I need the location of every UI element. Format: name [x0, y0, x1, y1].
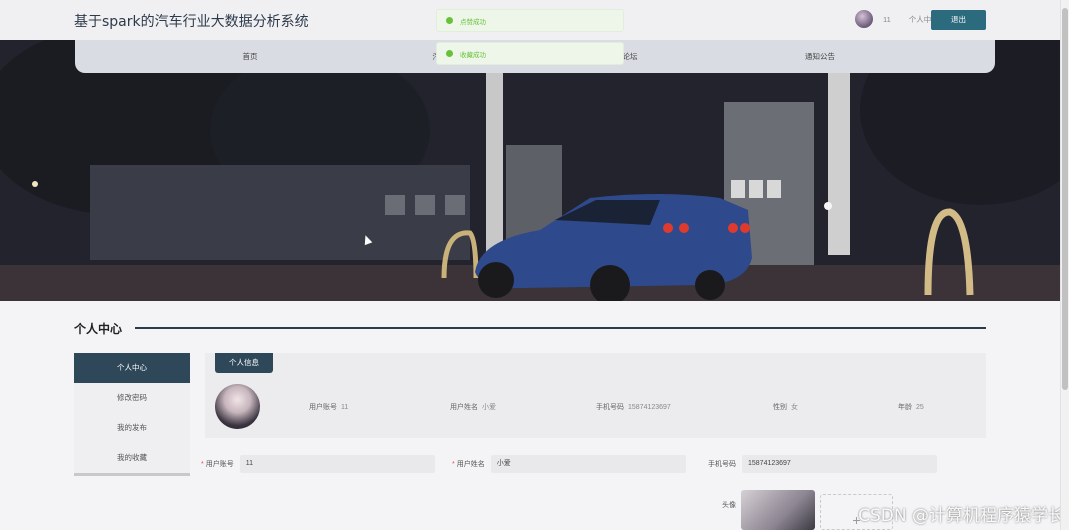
profile-avatar: [215, 384, 260, 429]
name-input[interactable]: 小爱: [490, 455, 686, 473]
hero-banner: [0, 40, 1060, 301]
info-name: 用户姓名 小爱: [450, 404, 496, 411]
account-label: 用户账号: [205, 461, 234, 468]
nav-notices[interactable]: 通知公告: [725, 51, 915, 62]
form-phone-row: 手机号码 15874123697: [708, 455, 937, 473]
logout-button[interactable]: 退出: [931, 10, 986, 30]
user-avatar[interactable]: [855, 10, 873, 28]
success-icon: [446, 50, 453, 57]
sidebar-item-change-password[interactable]: 修改密码: [74, 383, 190, 413]
toast-message: 收藏成功: [460, 51, 486, 59]
section-divider: [135, 327, 986, 329]
phone-input[interactable]: 15874123697: [742, 455, 937, 473]
site-title: 基于spark的汽车行业大数据分析系统: [74, 14, 309, 30]
toast-message: 点赞成功: [460, 18, 486, 26]
avatar-preview: [741, 490, 815, 530]
section-title: 个人中心: [74, 322, 123, 336]
sidebar-menu: 个人中心 修改密码 我的发布 我的收藏: [74, 353, 190, 476]
info-gender: 性别女: [773, 404, 798, 411]
info-phone: 手机号码 15874123697: [596, 404, 671, 411]
scrollbar-thumb[interactable]: [1062, 8, 1068, 390]
toast-like-success: 点赞成功: [436, 9, 624, 32]
toast-favorite-success: 收藏成功: [436, 42, 624, 65]
info-age: 年龄 25: [898, 404, 924, 411]
name-label: 用户姓名: [456, 461, 485, 468]
phone-label: 手机号码: [708, 461, 736, 468]
account-input[interactable]: 11: [239, 455, 435, 473]
success-icon: [446, 17, 453, 24]
avatar-label: 头像: [722, 502, 736, 509]
form-name-row: * 用户姓名 小爱: [452, 455, 686, 473]
sidebar-item-user-center[interactable]: 个人中心: [74, 353, 190, 383]
hero-image: [0, 40, 1060, 301]
nav-home[interactable]: 首页: [155, 51, 345, 62]
sidebar-item-my-favorites[interactable]: 我的收藏: [74, 443, 190, 473]
profile-card: 个人信息 用户账号 11 用户姓名 小爱 手机号码 15874123697 性别女 年…: [205, 353, 986, 438]
user-area: 11 个人中心: [855, 10, 939, 28]
info-account: 用户账号 11: [309, 404, 349, 411]
watermark: CSDN @计算机程序猿学长: [858, 506, 1065, 526]
profile-tag: 个人信息: [215, 353, 273, 373]
sidebar-item-my-posts[interactable]: 我的发布: [74, 413, 190, 443]
form-account-row: * 用户账号 11: [201, 455, 435, 473]
user-count: 11: [883, 14, 891, 24]
